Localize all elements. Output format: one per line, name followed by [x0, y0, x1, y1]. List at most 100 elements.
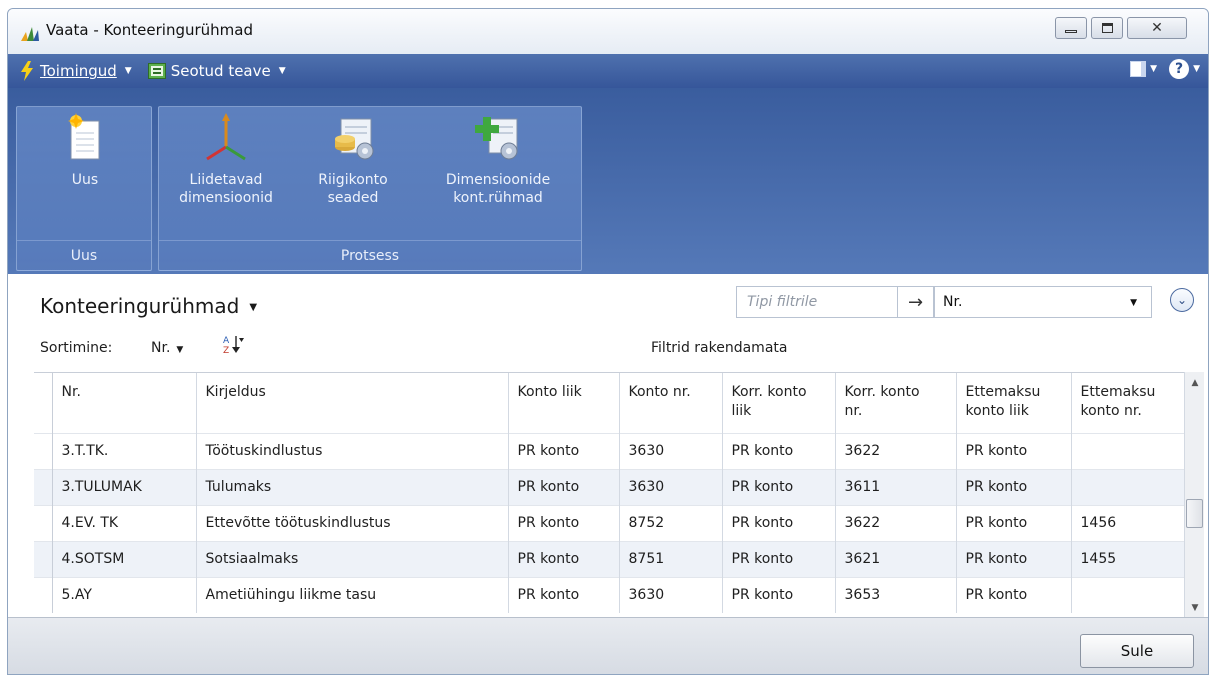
column-header-nr[interactable]: Nr. [52, 373, 197, 433]
cell-corr-account-type: PR konto [722, 576, 836, 613]
data-grid: Nr. Kirjeldus Konto liik Konto nr. Korr.… [34, 372, 1185, 617]
dialog-window: Vaata - Konteeringurühmad ✕ Toimingud ▼ [7, 8, 1209, 675]
cell-corr-account-no: 3621 [835, 540, 957, 577]
cell-prepayment-no [1071, 576, 1185, 613]
svg-text:Z: Z [223, 346, 229, 354]
column-header-text: Nr. [61, 384, 81, 400]
row-selector[interactable] [34, 432, 53, 469]
filter-field-select[interactable]: Nr. ▼ [934, 286, 1152, 318]
table-row[interactable]: 5.AY Ametiühingu liikme tasu PR konto 36… [34, 576, 1185, 613]
cell-account-type: PR konto [508, 468, 620, 505]
cell-account-no: 3630 [619, 432, 723, 469]
sort-ascending-icon[interactable]: A Z [222, 334, 244, 354]
column-header-account-no[interactable]: Konto nr. [619, 373, 723, 433]
column-header-text: Ettemaksu [965, 384, 1041, 400]
cell-nr: 5.AY [52, 576, 197, 613]
cell-prepayment-no [1071, 468, 1185, 505]
maximize-button[interactable] [1091, 17, 1123, 39]
column-header-text: Kirjeldus [205, 384, 266, 400]
cell-corr-account-type: PR konto [722, 468, 836, 505]
column-header-description[interactable]: Kirjeldus [196, 373, 509, 433]
cell-description: Ettevõtte töötuskindlustus [196, 504, 509, 541]
sort-field-select[interactable]: Nr. ▼ [151, 340, 183, 356]
help-menu-button[interactable]: ? ▼ [1169, 59, 1200, 79]
row-selector[interactable] [34, 540, 53, 577]
column-header-text: Korr. konto [731, 384, 807, 400]
filter-field-value: Nr. [943, 294, 963, 310]
merged-dimensions-label-1: Liidetavad [189, 172, 263, 188]
column-header-account-type[interactable]: Konto liik [508, 373, 620, 433]
row-selector[interactable] [34, 504, 53, 541]
layout-menu-button[interactable]: ▼ [1130, 61, 1157, 77]
scroll-down-icon[interactable]: ▼ [1185, 603, 1205, 613]
column-header-corr-account-no[interactable]: Korr. konto nr. [835, 373, 957, 433]
dimensions-axes-icon [206, 113, 246, 161]
chevron-down-icon: ▼ [249, 302, 258, 313]
cell-nr: 3.T.TK. [52, 432, 197, 469]
cell-corr-account-no: 3622 [835, 432, 957, 469]
filter-input[interactable]: Tipi filtrile [736, 286, 898, 318]
column-header-text: nr. [844, 403, 863, 419]
column-header-text: konto liik [965, 403, 1029, 419]
cell-prepayment-type: PR konto [956, 540, 1072, 577]
state-account-setup-button[interactable]: Riigikonto seaded [305, 113, 401, 207]
cell-account-type: PR konto [508, 504, 620, 541]
close-window-button[interactable]: ✕ [1127, 17, 1187, 39]
ribbon-group-process: Liidetavad dimensioonid Riigikonto seade… [158, 106, 582, 271]
scrollbar-thumb[interactable] [1186, 499, 1203, 528]
title-bar: Vaata - Konteeringurühmad ✕ [8, 9, 1208, 54]
vertical-scrollbar[interactable]: ▲ ▼ [1184, 372, 1204, 617]
row-selector-header [34, 373, 53, 433]
column-header-text: Korr. konto [844, 384, 920, 400]
help-icon: ? [1169, 59, 1190, 79]
double-chevron-down-icon: ⌄ [1176, 293, 1188, 307]
coins-setup-icon [335, 118, 374, 160]
dimension-groups-label-1: Dimensioonide [445, 172, 551, 188]
merged-dimensions-label-2: dimensioonid [179, 190, 273, 206]
cell-corr-account-no: 3611 [835, 468, 957, 505]
row-selector[interactable] [34, 576, 53, 613]
cell-account-no: 3630 [619, 576, 723, 613]
chevron-down-icon: ▼ [1150, 64, 1158, 74]
cell-nr: 3.TULUMAK [52, 468, 197, 505]
ribbon-group-label-new: Uus [17, 240, 151, 270]
cell-description: Sotsiaalmaks [196, 540, 509, 577]
app-logo-icon [21, 27, 39, 41]
cell-prepayment-no: 1456 [1071, 504, 1185, 541]
list-content: Konteeringurühmad ▼ Tipi filtrile → Nr. ▼… [8, 274, 1208, 674]
close-button[interactable]: Sule [1080, 634, 1194, 668]
chevron-down-icon: ▼ [124, 66, 132, 76]
cell-corr-account-no: 3622 [835, 504, 957, 541]
cell-description: Töötuskindlustus [196, 432, 509, 469]
sort-field-value: Nr. [151, 340, 171, 356]
cell-account-no: 8752 [619, 504, 723, 541]
table-row[interactable]: 4.EV. TK Ettevõtte töötuskindlustus PR k… [34, 504, 1185, 541]
table-row[interactable]: 4.SOTSM Sotsiaalmaks PR konto 8751 PR ko… [34, 540, 1185, 577]
minimize-button[interactable] [1055, 17, 1087, 39]
state-account-label-1: Riigikonto [318, 172, 388, 188]
table-row[interactable]: 3.TULUMAK Tulumaks PR konto 3630 PR kont… [34, 468, 1185, 505]
table-header-row: Nr. Kirjeldus Konto liik Konto nr. Korr.… [34, 373, 1185, 433]
apply-filter-button[interactable]: → [898, 286, 934, 318]
related-info-menu[interactable]: Seotud teave ▼ [147, 62, 286, 80]
column-header-prepayment-type[interactable]: Ettemaksu konto liik [956, 373, 1072, 433]
column-header-corr-account-type[interactable]: Korr. konto liik [722, 373, 836, 433]
dimension-groups-button[interactable]: Dimensioonide kont.rühmad [431, 113, 565, 207]
actions-menu[interactable]: Toimingud ▼ [20, 61, 132, 81]
column-header-text: Ettemaksu [1080, 384, 1156, 400]
expand-filter-button[interactable]: ⌄ [1170, 288, 1194, 312]
lightning-icon [21, 61, 33, 81]
column-header-prepayment-no[interactable]: Ettemaksu konto nr. [1071, 373, 1185, 433]
cell-prepayment-type: PR konto [956, 468, 1072, 505]
table-row[interactable]: 3.T.TK. Töötuskindlustus PR konto 3630 P… [34, 432, 1185, 469]
merged-dimensions-button[interactable]: Liidetavad dimensioonid [171, 113, 281, 207]
row-selector[interactable] [34, 468, 53, 505]
new-button[interactable]: Uus [30, 113, 140, 189]
ribbon: Uus Uus Liidetavad dimensioonid Riigikon… [8, 88, 1208, 274]
page-title-menu[interactable]: Konteeringurühmad ▼ [40, 294, 257, 318]
cell-account-type: PR konto [508, 540, 620, 577]
related-info-icon [147, 63, 166, 79]
cell-description: Ametiühingu liikme tasu [196, 576, 509, 613]
scroll-up-icon[interactable]: ▲ [1185, 378, 1205, 388]
cell-prepayment-type: PR konto [956, 576, 1072, 613]
